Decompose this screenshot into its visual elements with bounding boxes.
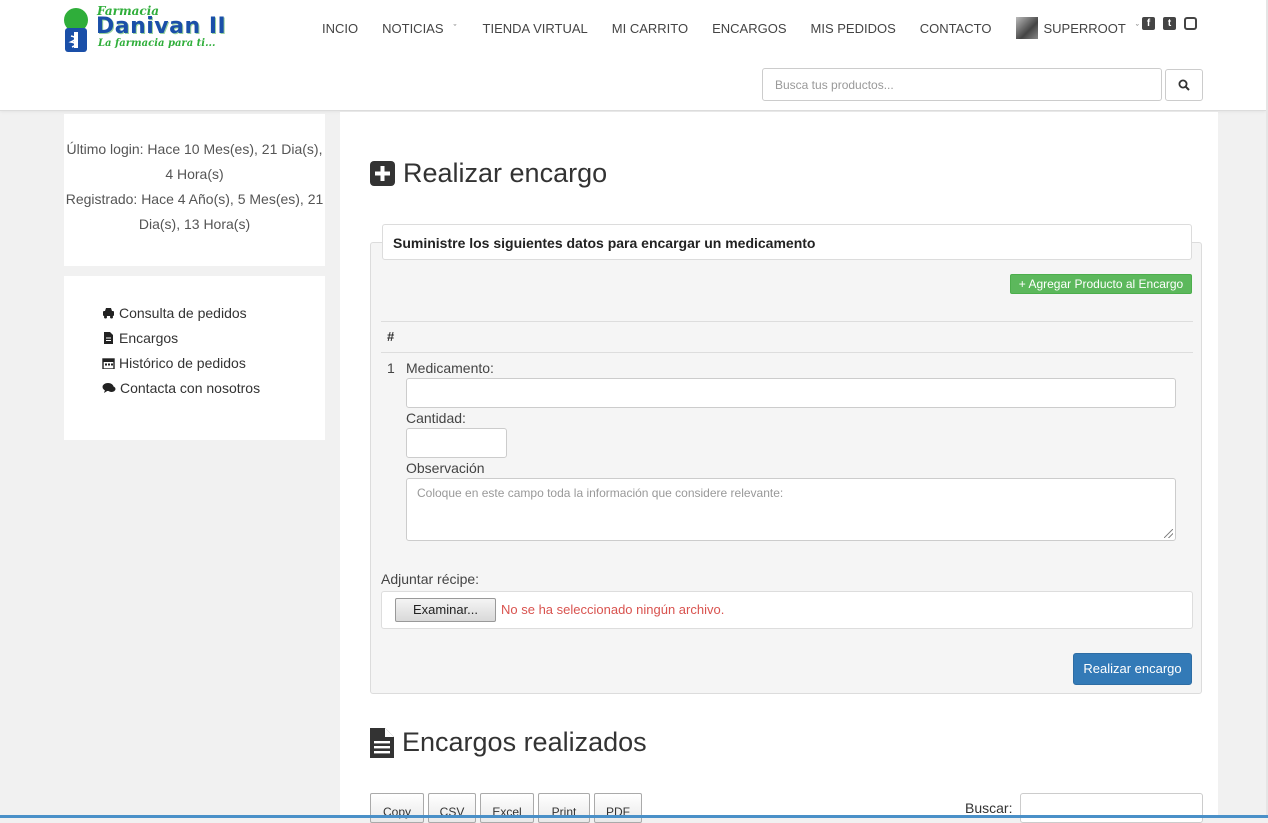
file-status-text: No se ha seleccionado ningún archivo. <box>501 602 725 617</box>
recipe-label: Adjuntar récipe: <box>381 571 480 587</box>
cantidad-label: Cantidad: <box>406 410 466 426</box>
car-icon <box>103 308 114 319</box>
plus-square-icon <box>370 161 395 186</box>
copy-button[interactable]: Copy <box>370 793 424 823</box>
avatar <box>1015 17 1038 39</box>
menu-item-encargos[interactable]: Encargos <box>102 330 178 346</box>
excel-button[interactable]: Excel <box>480 793 534 823</box>
resize-handle[interactable] <box>1164 529 1173 538</box>
main-content: Realizar encargo Suministre los siguient… <box>340 112 1218 823</box>
nav-item-user-menu[interactable]: SUPERROOT ˇ <box>1015 17 1139 39</box>
chevron-down-icon: ˇ <box>1135 23 1139 33</box>
menu-item-label: Histórico de pedidos <box>119 355 246 371</box>
nav-label: ENCARGOS <box>712 20 787 36</box>
submit-order-button[interactable]: Realizar encargo <box>1073 653 1192 685</box>
facebook-icon[interactable]: f <box>1142 17 1155 30</box>
nav-item-mis-pedidos[interactable]: MIS PEDIDOS <box>811 21 896 36</box>
table-search-label: Buscar: <box>965 800 1013 816</box>
menu-item-label: Consulta de pedidos <box>119 305 247 321</box>
main-nav: INCIO NOTICIAS ˇ TIENDA VIRTUAL MI CARRIT… <box>322 17 1163 39</box>
nav-item-contacto[interactable]: CONTACTO <box>920 21 992 36</box>
nav-item-encargos[interactable]: ENCARGOS <box>712 21 786 36</box>
nav-item-inicio[interactable]: INCIO <box>322 21 358 36</box>
observacion-textarea[interactable]: Coloque en este campo toda la informació… <box>406 478 1176 541</box>
menu-item-contacta[interactable]: Contacta con nosotros <box>102 380 260 396</box>
twitter-icon[interactable]: t <box>1163 17 1176 30</box>
orders-section-title-text: Encargos realizados <box>402 727 647 757</box>
add-product-button[interactable]: + Agregar Producto al Encargo <box>1010 274 1192 294</box>
nav-item-tienda-virtual[interactable]: TIENDA VIRTUAL <box>483 21 588 36</box>
last-login-text: Último login: Hace 10 Mes(es), 21 Dia(s)… <box>66 141 323 182</box>
social-links: f t <box>1142 17 1205 30</box>
medicamento-label: Medicamento: <box>406 360 494 376</box>
page-title-text: Realizar encargo <box>403 158 608 188</box>
nav-label: MIS PEDIDOS <box>810 20 896 36</box>
menu-item-label: Encargos <box>119 330 179 346</box>
order-form-panel: Suministre los siguientes datos para enc… <box>370 224 1202 694</box>
row-number: 1 <box>387 360 395 376</box>
site-header: Farmacia Danivan II La farmacia para ti.… <box>0 0 1266 111</box>
login-info-card: Último login: Hace 10 Mes(es), 21 Dia(s)… <box>64 114 325 266</box>
table-search-input[interactable] <box>1020 793 1203 823</box>
menu-item-consulta-pedidos[interactable]: Consulta de pedidos <box>102 305 247 321</box>
nav-item-mi-carrito[interactable]: MI CARRITO <box>612 21 688 36</box>
print-button[interactable]: Print <box>538 793 590 823</box>
search-icon <box>1178 79 1190 91</box>
account-menu: Consulta de pedidos Encargos Histórico d… <box>64 276 325 440</box>
pdf-button[interactable]: PDF <box>594 793 642 823</box>
page-title: Realizar encargo <box>370 158 607 189</box>
file-icon <box>104 332 113 344</box>
observacion-label: Observación <box>406 460 485 476</box>
file-text-icon <box>370 727 394 758</box>
pharmacy-logo-icon <box>64 8 88 52</box>
chevron-down-icon: ˇ <box>453 23 457 33</box>
panel-heading: Suministre los siguientes datos para enc… <box>382 224 1192 260</box>
registered-text: Registrado: Hace 4 Año(s), 5 Mes(es), 21… <box>65 191 324 232</box>
calendar-icon <box>102 358 115 369</box>
comments-icon <box>102 383 116 393</box>
nav-label: TIENDA VIRTUAL <box>482 20 588 36</box>
browse-file-button[interactable]: Examinar... <box>395 598 496 622</box>
search-button[interactable] <box>1165 69 1203 101</box>
brand-logo[interactable]: Farmacia Danivan II La farmacia para ti.… <box>62 4 232 54</box>
cantidad-field[interactable] <box>406 428 507 458</box>
csv-button[interactable]: CSV <box>428 793 476 823</box>
orders-section-title: Encargos realizados <box>370 727 647 758</box>
table-header: # <box>381 321 1193 353</box>
nav-label: SUPERROOT <box>1043 20 1126 36</box>
menu-item-label: Contacta con nosotros <box>120 380 261 396</box>
nav-item-noticias[interactable]: NOTICIAS ˇ <box>382 21 456 36</box>
menu-item-historico-pedidos[interactable]: Histórico de pedidos <box>102 355 246 371</box>
brand-name: Danivan II <box>96 14 227 39</box>
nav-label: INCIO <box>322 20 359 36</box>
nav-label: MI CARRITO <box>611 20 689 36</box>
nav-label: NOTICIAS <box>382 20 444 36</box>
file-upload: Examinar... No se ha seleccionado ningún… <box>381 591 1193 629</box>
nav-label: CONTACTO <box>919 20 992 36</box>
brand-tagline: La farmacia para ti... <box>98 38 216 49</box>
instagram-icon[interactable] <box>1184 17 1197 30</box>
observacion-placeholder: Coloque en este campo toda la informació… <box>417 486 784 500</box>
search-input[interactable] <box>762 68 1162 101</box>
medicamento-field[interactable] <box>406 378 1176 408</box>
